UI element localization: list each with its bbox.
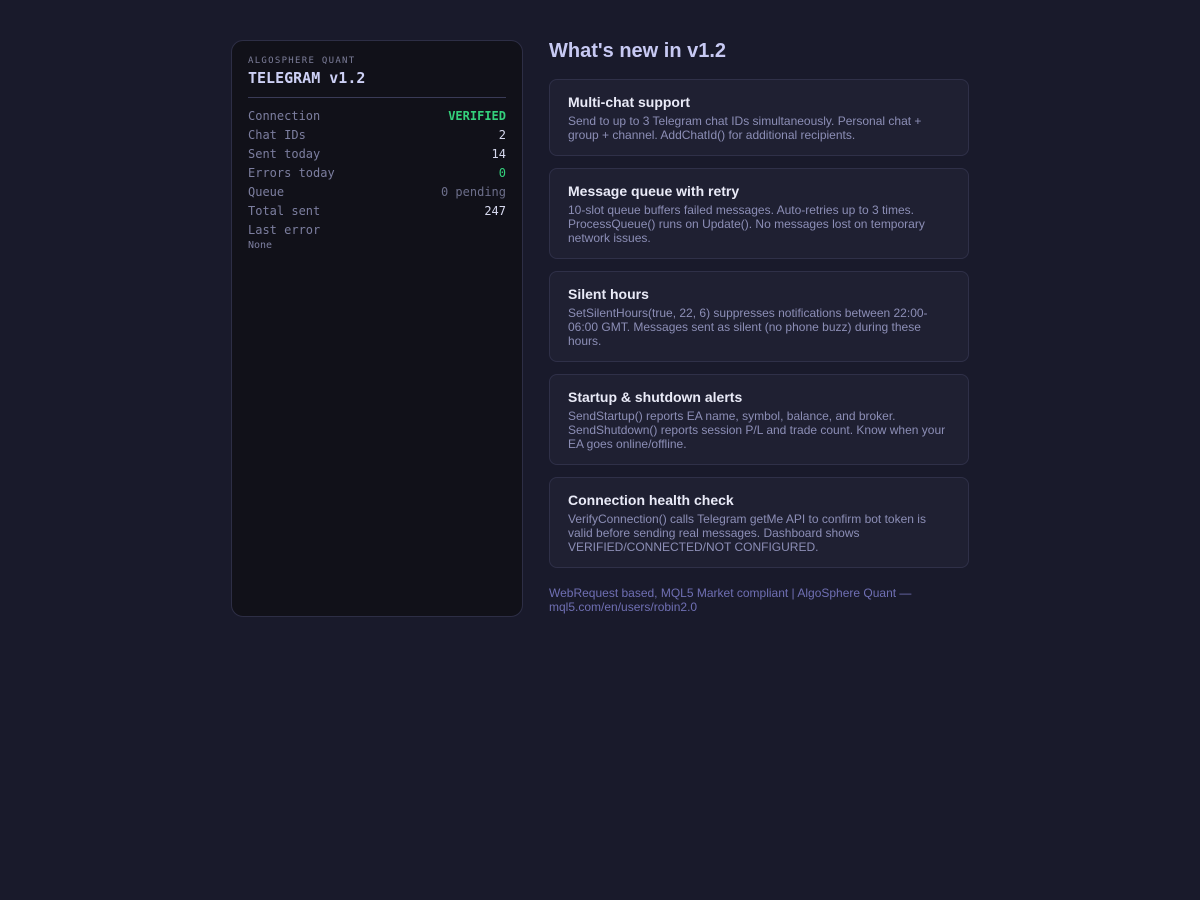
whats-new-section: What's new in v1.2 Multi-chat support Se… xyxy=(549,40,969,614)
stat-row-queue: Queue 0 pending xyxy=(248,182,506,201)
feature-card-multi-chat: Multi-chat support Send to up to 3 Teleg… xyxy=(549,79,969,156)
feature-title: Message queue with retry xyxy=(568,183,740,199)
stat-row-total-sent: Total sent 247 xyxy=(248,201,506,220)
feature-description: SendStartup() reports EA name, symbol, b… xyxy=(568,409,946,451)
feature-card-health-check: Connection health check VerifyConnection… xyxy=(549,477,969,568)
stat-row-chat-ids: Chat IDs 2 xyxy=(248,125,506,144)
feature-title: Startup & shutdown alerts xyxy=(568,389,743,405)
queue-value: 0 pending xyxy=(440,184,506,199)
last-error-value: None xyxy=(248,240,273,251)
stat-row-errors-today: Errors today 0 xyxy=(248,163,506,182)
feature-card-message-queue: Message queue with retry 10-slot queue b… xyxy=(549,168,969,259)
page: ALGOSPHERE QUANT TELEGRAM v1.2 Connectio… xyxy=(0,0,1200,900)
stat-label: Queue xyxy=(248,184,285,199)
footer-note: WebRequest based, MQL5 Market compliant … xyxy=(549,586,912,614)
feature-description: 10-slot queue buffers failed messages. A… xyxy=(568,203,925,245)
feature-title: Silent hours xyxy=(568,286,649,302)
stat-label: Errors today xyxy=(248,165,335,180)
stat-value: 2 xyxy=(498,127,506,142)
feature-title: Multi-chat support xyxy=(568,94,691,110)
stat-label: Total sent xyxy=(248,203,321,218)
telegram-status-panel: ALGOSPHERE QUANT TELEGRAM v1.2 Connectio… xyxy=(231,40,523,617)
feature-card-silent-hours: Silent hours SetSilentHours(true, 22, 6)… xyxy=(549,271,969,362)
stat-value: 247 xyxy=(484,203,506,218)
stat-row-sent-today: Sent today 14 xyxy=(248,144,506,163)
connection-status-value: VERIFIED xyxy=(448,108,506,123)
feature-description: Send to up to 3 Telegram chat IDs simult… xyxy=(568,114,922,142)
feature-description: SetSilentHours(true, 22, 6) suppresses n… xyxy=(568,306,928,348)
stat-label: Sent today xyxy=(248,146,321,161)
stat-label: Connection xyxy=(248,108,321,123)
feature-description: VerifyConnection() calls Telegram getMe … xyxy=(568,512,926,554)
stat-label: Last error xyxy=(248,222,321,237)
feature-card-startup-shutdown: Startup & shutdown alerts SendStartup() … xyxy=(549,374,969,465)
stat-label: Chat IDs xyxy=(248,127,306,142)
feature-list: Multi-chat support Send to up to 3 Teleg… xyxy=(549,79,969,568)
stat-value: 14 xyxy=(491,146,506,161)
page-title: What's new in v1.2 xyxy=(549,40,727,62)
panel-title: TELEGRAM v1.2 xyxy=(248,69,366,87)
feature-title: Connection health check xyxy=(568,492,734,508)
brand-label: ALGOSPHERE QUANT xyxy=(248,56,356,66)
errors-today-value: 0 xyxy=(498,165,506,180)
panel-divider xyxy=(248,97,506,98)
stat-row-connection: Connection VERIFIED xyxy=(248,106,506,125)
stat-row-last-error: Last error xyxy=(248,220,506,239)
